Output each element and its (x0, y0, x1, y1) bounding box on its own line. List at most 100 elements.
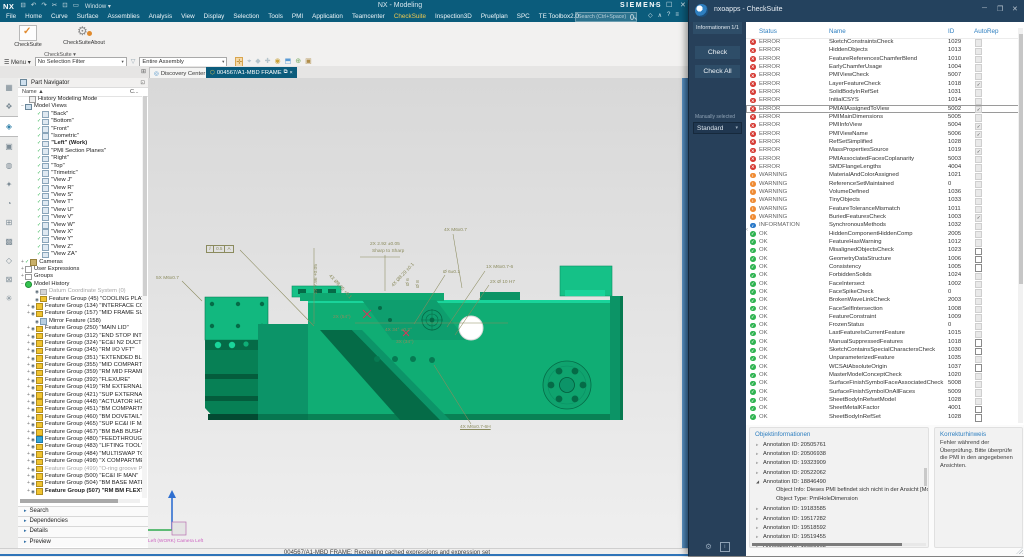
tree-item[interactable]: ✓ "View ZA" (18, 251, 142, 258)
tree-item[interactable]: ✓ "PMI Section Planes" (18, 148, 142, 155)
show-hide-icon[interactable] (31, 480, 35, 487)
resource-bar-icon[interactable]: ◈ (0, 116, 18, 137)
check-row[interactable]: OK UnparameterizedFeature 1035 (746, 354, 1019, 362)
pmi-annotation[interactable]: 2X 7.96 +0.05 (314, 264, 319, 294)
tree-item[interactable]: ✓ "View J" (18, 177, 142, 184)
show-hide-icon[interactable] (31, 473, 35, 480)
menu-dropdown[interactable]: ☰ Menu ▾ (4, 59, 31, 66)
expander-icon[interactable] (756, 458, 763, 467)
show-hide-icon[interactable] (31, 429, 35, 436)
tree-item[interactable]: + ✓ Feature Group (451) "BM COMPARTME... (18, 406, 142, 413)
pmi-annotation[interactable]: Ø 6±0.1 (443, 270, 460, 275)
resource-bar-icon[interactable]: ✦ (0, 175, 18, 194)
tree-item[interactable]: ✓ "Front" (18, 126, 142, 133)
close-icon[interactable]: ✕ (1012, 5, 1018, 13)
show-hide-icon[interactable] (31, 347, 35, 354)
check-row[interactable]: INFORMATION SynchronousMethods 1032 (746, 221, 1019, 229)
check-row[interactable]: OK ManualSuppressedFeatures 1018 (746, 338, 1019, 346)
check-row[interactable]: ERROR SMDFlangeLengths 4004 (746, 163, 1019, 171)
pmi-annotation[interactable]: 4X 34° ±0.2° (385, 328, 412, 333)
show-hide-icon[interactable] (31, 362, 35, 369)
show-hide-icon[interactable] (31, 333, 35, 340)
tree-item[interactable]: ✓ "View W" (18, 222, 142, 229)
menu-tab[interactable]: Analysis (149, 13, 172, 20)
tree-item[interactable]: + ✓ Feature Group (507) "RM BM FLEXT... (18, 488, 142, 495)
tree-item[interactable]: + ✓ Feature Group (355) "MID COMPARTME..… (18, 362, 142, 369)
expander-icon[interactable] (756, 514, 763, 523)
tree-item[interactable]: + ✓ Feature Group (498) "X COMPARTMENT" (18, 458, 142, 465)
show-hide-icon[interactable] (31, 303, 35, 310)
horizontal-scrollbar[interactable] (20, 499, 140, 503)
show-hide-icon[interactable] (31, 310, 35, 317)
tree-item[interactable]: ✓ "View S" (18, 192, 142, 199)
check-row[interactable]: WARNING FeatureToleranceMismatch 1011 (746, 205, 1019, 213)
tree-item[interactable]: ✓ "View R" (18, 185, 142, 192)
check-row[interactable]: OK FaceIntersect 1002 (746, 280, 1019, 288)
show-hide-icon[interactable] (31, 443, 35, 450)
tree-item[interactable]: ✓ "Right" (18, 155, 142, 162)
profile-dropdown[interactable]: Standard▾ (693, 122, 742, 134)
check-row[interactable]: ERROR FeatureReferencesChamferBlend 1010 (746, 55, 1019, 63)
collapsed-section[interactable]: Preview (18, 537, 148, 547)
tree-item[interactable]: + ✓ Feature Group (419) "RM EXTERNAL W..… (18, 384, 142, 391)
titlebar-utility-icon[interactable]: ◇ (648, 12, 653, 19)
tree-item[interactable]: ✓ "Isometric" (18, 133, 142, 140)
resource-bar-icon[interactable]: ✳ (0, 289, 18, 308)
tree-item[interactable]: ✓ Feature Group (45) "COOLING PLATE" (18, 296, 142, 303)
check-row[interactable]: WARNING ReferenceSetMaintained 0 (746, 180, 1019, 188)
tree-item[interactable]: + ✓ Feature Group (324) "EC&I N2 DUCTING… (18, 340, 142, 347)
minimize-icon[interactable]: ─ (982, 5, 987, 12)
annotation-item[interactable]: Annotation ID: 20522062 (750, 468, 928, 477)
dock-icon[interactable]: ⊡ (140, 80, 145, 86)
menu-tab[interactable]: File (6, 13, 16, 20)
menu-tab[interactable]: Assemblies (107, 13, 139, 20)
horizontal-scrollbar[interactable] (752, 543, 926, 546)
check-row[interactable]: OK MisalignedObjectsCheck 1023 (746, 246, 1019, 254)
check-row[interactable]: ERROR LayerFeatureCheck 1018 (746, 80, 1019, 88)
close-icon[interactable]: ✕ (680, 1, 686, 10)
tree-item[interactable]: + ✓ Feature Group (448) "ACTUATOR HOLE .… (18, 399, 142, 406)
menu-tab[interactable]: TE Toolbox2.0 (539, 13, 579, 20)
tree-item[interactable]: ✓ History Modeling Mode (18, 96, 142, 103)
restore-window-icon[interactable]: ⧉ (284, 69, 288, 76)
tree-item[interactable]: ✓ "View U" (18, 207, 142, 214)
check-all-button[interactable]: Check All (695, 65, 740, 78)
show-hide-icon[interactable] (31, 421, 35, 428)
expander-icon[interactable] (756, 449, 763, 458)
tree-item[interactable]: + ✓ Feature Group (359) "RM MID FRAME" (18, 369, 142, 376)
close-tab-icon[interactable]: × (290, 70, 293, 76)
check-row[interactable]: OK MasterModelConceptCheck 1020 (746, 371, 1019, 379)
menu-tab[interactable]: Pruefplan (481, 13, 508, 20)
resource-bar-icon[interactable]: ◍ (0, 156, 18, 175)
autorep-checkbox[interactable] (975, 414, 982, 421)
tab-list-icon[interactable]: ⊞ (141, 68, 146, 75)
show-hide-icon[interactable] (35, 296, 39, 303)
menu-tab[interactable]: PMI (292, 13, 303, 20)
show-hide-icon[interactable] (31, 384, 35, 391)
collapsed-section[interactable]: Search (18, 506, 148, 516)
menu-tab[interactable]: Application (312, 13, 343, 20)
check-row[interactable]: OK HiddenComponentHiddenComp 2005 (746, 230, 1019, 238)
annotation-item[interactable]: Annotation ID: 20505761 (750, 440, 928, 449)
pmi-annotation[interactable]: 1X M6x0.7-6 (486, 265, 513, 270)
tree-item[interactable]: ✓ "Trimetric" (18, 170, 142, 177)
check-row[interactable]: OK LastFeatureIsCurrentFeature 1015 (746, 329, 1019, 337)
check-row[interactable]: ERROR RefSetSimplified 1028 (746, 138, 1019, 146)
window-menu-button[interactable]: Window ▾ (85, 3, 111, 10)
tree-item[interactable]: ✓ "View Z" (18, 244, 142, 251)
search-input[interactable] (576, 14, 630, 20)
check-row[interactable]: OK FaceSpikeCheck 0 (746, 288, 1019, 296)
expander-icon[interactable] (756, 523, 763, 532)
menu-tab[interactable]: Display (204, 13, 225, 20)
check-row[interactable]: OK FeatureHasWarning 1012 (746, 238, 1019, 246)
tree-item[interactable]: + ✓ Feature Group (500) "EC&I IF MAN" (18, 473, 142, 480)
tree-item[interactable]: + ✓ Feature Group (392) "FLEXURE" (18, 377, 142, 384)
checksuiteabout-button[interactable]: CheckSuiteAbout (56, 24, 112, 52)
quick-access-icon[interactable]: ↶ (31, 2, 36, 10)
quick-access-icon[interactable]: ▭ (73, 2, 79, 10)
annotation-item[interactable]: Object Info: Dieses PMI befindet sich ni… (750, 486, 928, 495)
checksuite-button[interactable]: CheckSuite (6, 24, 50, 52)
tree-item[interactable]: + ✓ Feature Group (480) "FEEDTHROUGH" (18, 436, 142, 443)
check-row[interactable]: ERROR PMIAssociatedFacesCoplanarity 5003 (746, 155, 1019, 163)
tree-item[interactable]: ✓ "View V" (18, 214, 142, 221)
